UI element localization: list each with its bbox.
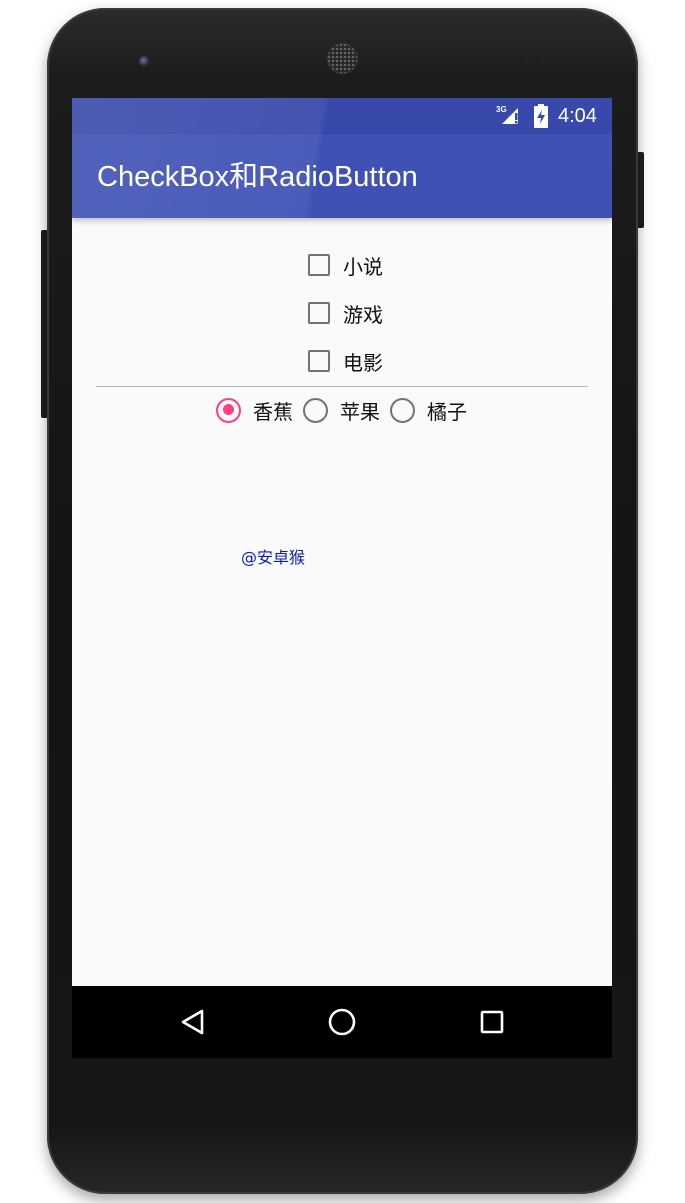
- navigation-bar: [72, 986, 612, 1058]
- checkbox-label: 小说: [343, 254, 383, 279]
- cellular-signal-icon: 3G: [496, 105, 518, 124]
- radio-button[interactable]: [303, 397, 328, 423]
- checkbox-label: 游戏: [343, 302, 383, 327]
- checkbox-box[interactable]: [308, 302, 330, 324]
- app-bar: CheckBox和RadioButton: [72, 134, 612, 218]
- radio-label: 橘子: [427, 399, 467, 424]
- earpiece-speaker: [327, 43, 358, 74]
- radio-button[interactable]: [390, 397, 415, 423]
- checkbox-games[interactable]: 游戏: [308, 293, 383, 333]
- light-sensor: [541, 56, 549, 64]
- app-title: CheckBox和RadioButton: [97, 161, 418, 193]
- back-triangle-icon[interactable]: [174, 1004, 210, 1040]
- recents-square-icon[interactable]: [474, 1004, 510, 1040]
- radio-apple[interactable]: 苹果: [303, 396, 380, 425]
- radio-orange[interactable]: 橘子: [390, 396, 467, 425]
- power-button: [637, 152, 644, 228]
- status-bar: 3G 4:04: [72, 98, 612, 134]
- front-camera: [139, 56, 150, 67]
- proximity-sensor: [525, 56, 533, 64]
- network-type-label: 3G: [496, 105, 507, 114]
- checkbox-box[interactable]: [308, 350, 330, 372]
- radio-button-checked[interactable]: [216, 397, 241, 423]
- screen: 3G 4:04 CheckBox和RadioButton 小说 游戏 电影 香蕉: [72, 98, 612, 1058]
- watermark-text: @安卓猴: [241, 548, 306, 567]
- checkbox-box[interactable]: [308, 254, 330, 276]
- radio-dot: [222, 404, 234, 415]
- checkbox-movies[interactable]: 电影: [308, 341, 383, 381]
- radio-banana[interactable]: 香蕉: [216, 396, 293, 425]
- fruit-radio-group: 香蕉 苹果 橘子: [216, 390, 477, 430]
- radio-label: 苹果: [340, 399, 380, 424]
- checkbox-label: 电影: [343, 350, 383, 375]
- home-circle-icon[interactable]: [324, 1004, 360, 1040]
- battery-charging-icon: [534, 104, 548, 128]
- status-time: 4:04: [558, 105, 597, 127]
- radio-label: 香蕉: [253, 399, 293, 424]
- divider: [96, 386, 588, 387]
- checkbox-novel[interactable]: 小说: [308, 245, 383, 285]
